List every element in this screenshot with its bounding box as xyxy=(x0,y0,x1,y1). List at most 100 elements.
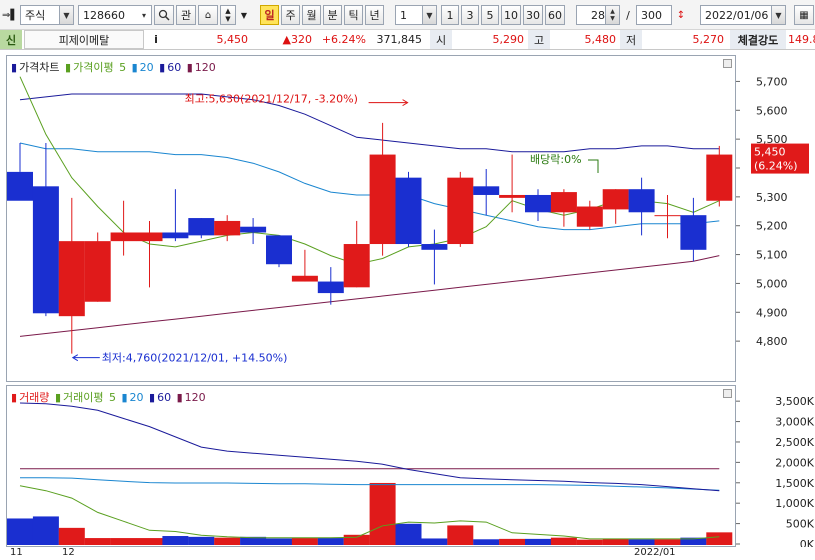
stock-code-input[interactable]: 128660 ▾ xyxy=(78,5,152,25)
current-price-badge-price: 5,450 xyxy=(754,146,786,159)
market-type-select[interactable]: 주식 ▼ xyxy=(20,5,74,25)
strength-value: 149.8 xyxy=(788,33,815,46)
interval-30-button[interactable]: 30 xyxy=(523,5,543,25)
spin-icon[interactable]: ▲ ▼ xyxy=(605,6,619,24)
volume-bar xyxy=(7,518,33,545)
price-chart-panel[interactable]: 최고:5,630(2021/12/17, -3.20%) 최저:4,760(202… xyxy=(6,55,736,382)
candle-body xyxy=(706,154,733,201)
volume-bar xyxy=(369,482,396,545)
strength-label: 체결강도 xyxy=(730,30,786,49)
chevron-down-icon[interactable]: ▾ xyxy=(137,6,151,24)
price-axis-svg: 5,7005,6005,5005,4005,3005,2005,1005,000… xyxy=(736,75,809,348)
interval-60-button[interactable]: 60 xyxy=(545,5,565,25)
legend-marker-icon: ▮ xyxy=(11,61,18,74)
updown-stepper[interactable]: ▲ ▼ xyxy=(220,5,236,25)
price-axis-tick-label: 5,100 xyxy=(756,249,788,262)
candle-body xyxy=(421,244,448,250)
candle-body xyxy=(343,244,370,288)
candle-body xyxy=(84,241,111,302)
kwan-button[interactable]: 관 xyxy=(176,5,196,25)
high-label: 고 xyxy=(528,30,550,49)
price-axis-tick-label: 5,200 xyxy=(756,220,788,233)
low-annotation: 최저:4,760(2021/12/01, +14.50%) xyxy=(102,352,288,365)
current-price-badge-pct: (6.24%) xyxy=(754,160,798,173)
refresh-icon[interactable]: ↕ xyxy=(673,5,689,25)
interval-select[interactable]: 1 ▼ xyxy=(395,5,437,25)
period-tab-year[interactable]: 년 xyxy=(365,5,384,25)
interval-5-button[interactable]: 5 xyxy=(481,5,499,25)
price-axis-tick-label: 5,000 xyxy=(756,277,788,290)
stock-name: 피제이메탈 xyxy=(24,30,144,49)
period-tab-month[interactable]: 월 xyxy=(302,5,321,25)
overlay-button[interactable]: ⌂ xyxy=(198,5,218,25)
candle-body xyxy=(369,154,396,245)
more-dropdown[interactable]: ▼ xyxy=(238,5,250,25)
volume-axis-tick-label: 0K xyxy=(800,538,815,547)
period-tab-week[interactable]: 주 xyxy=(281,5,300,25)
count-separator: / xyxy=(626,8,630,22)
period-tab-minute[interactable]: 분 xyxy=(323,5,342,25)
max-count-input[interactable]: 300 xyxy=(636,5,672,25)
date-select[interactable]: 2022/01/06 ▼ xyxy=(700,5,786,25)
price-axis-tick-label: 5,600 xyxy=(756,104,788,117)
caret-down-icon[interactable]: ▼ xyxy=(225,15,230,23)
chevron-down-icon[interactable]: ▼ xyxy=(59,6,73,24)
volume-bar xyxy=(602,538,629,545)
volume-chart-svg xyxy=(7,402,733,545)
credit-badge: 신 xyxy=(0,30,22,49)
volume-axis-tick-label: 1,000K xyxy=(775,497,814,510)
legend-marker-icon: ▮ xyxy=(186,61,193,74)
volume-bar xyxy=(343,534,370,545)
period-tab-day[interactable]: 일 xyxy=(260,5,279,25)
chart-type-icon[interactable]: ⇒▌ xyxy=(2,5,18,25)
volume-axis-tick-label: 2,500K xyxy=(775,436,814,449)
volume-bar xyxy=(395,523,422,545)
date-value: 2022/01/06 xyxy=(705,8,769,22)
price-axis-tick-label: 5,700 xyxy=(756,75,788,88)
search-button[interactable] xyxy=(154,5,174,25)
price-change: ▲320 xyxy=(282,33,312,46)
stock-code-value: 128660 xyxy=(83,8,125,22)
trade-volume: 371,845 xyxy=(376,33,423,46)
interval-3-button[interactable]: 3 xyxy=(461,5,479,25)
caret-up-icon[interactable]: ▲ xyxy=(225,7,230,15)
panel-maximize-icon[interactable] xyxy=(723,59,732,68)
low-label: 저 xyxy=(620,30,642,49)
data-count-input[interactable]: 28 ▲ ▼ xyxy=(576,5,620,25)
change-percent: +6.24% xyxy=(321,33,366,46)
chart-toolbar: ⇒▌ 주식 ▼ 128660 ▾ 관 ⌂ ▲ ▼ ▼ 일 주 월 분 틱 년 1… xyxy=(0,0,815,30)
vma20-line xyxy=(19,402,720,492)
volume-bar xyxy=(266,538,292,545)
candle-body xyxy=(162,232,189,239)
volume-bar xyxy=(628,539,655,545)
volume-axis-tick-label: 3,000K xyxy=(775,416,814,429)
interval-10-button[interactable]: 10 xyxy=(501,5,521,25)
volume-bar xyxy=(550,537,577,545)
interval-1-button[interactable]: 1 xyxy=(441,5,459,25)
data-count-value: 28 xyxy=(591,8,605,22)
volume-axis-tick-label: 500K xyxy=(786,518,815,531)
volume-bar xyxy=(162,536,189,545)
chevron-down-icon[interactable]: ▼ xyxy=(422,6,436,24)
candle-body xyxy=(525,194,551,213)
volume-axis-tick-label: 2,000K xyxy=(775,456,814,469)
candle-body xyxy=(576,206,603,227)
info-icon[interactable]: i xyxy=(148,30,164,49)
volume-bar xyxy=(317,538,344,545)
chevron-down-icon[interactable]: ▼ xyxy=(771,6,785,24)
period-tab-tick[interactable]: 틱 xyxy=(344,5,363,25)
price-ma5: 5 xyxy=(119,61,127,74)
volume-bar xyxy=(136,538,163,545)
candle-body xyxy=(499,194,526,198)
candle-body xyxy=(7,171,33,201)
volume-bar xyxy=(473,539,500,545)
volume-chart-panel[interactable]: ▮ 거래량 ▮ 거래이평 5 ▮ 20 ▮ 60 ▮ 120 xyxy=(6,385,736,547)
price-legend: ▮ 가격차트 ▮ 가격이평 5 ▮ 20 ▮ 60 ▮ 120 xyxy=(11,59,218,75)
volume-ma-label: 거래이평 xyxy=(63,391,104,404)
calendar-icon[interactable]: ▦ xyxy=(794,5,814,25)
volume-axis-svg: 3,500K 3,000K 2,500K 2,000K 1,500K 1,000K 500K… xyxy=(736,395,815,547)
volume-bar xyxy=(84,538,111,545)
panel-maximize-icon[interactable] xyxy=(723,389,732,398)
volume-bar xyxy=(525,538,551,545)
volume-axis-tick-label: 3,500K xyxy=(775,395,814,408)
